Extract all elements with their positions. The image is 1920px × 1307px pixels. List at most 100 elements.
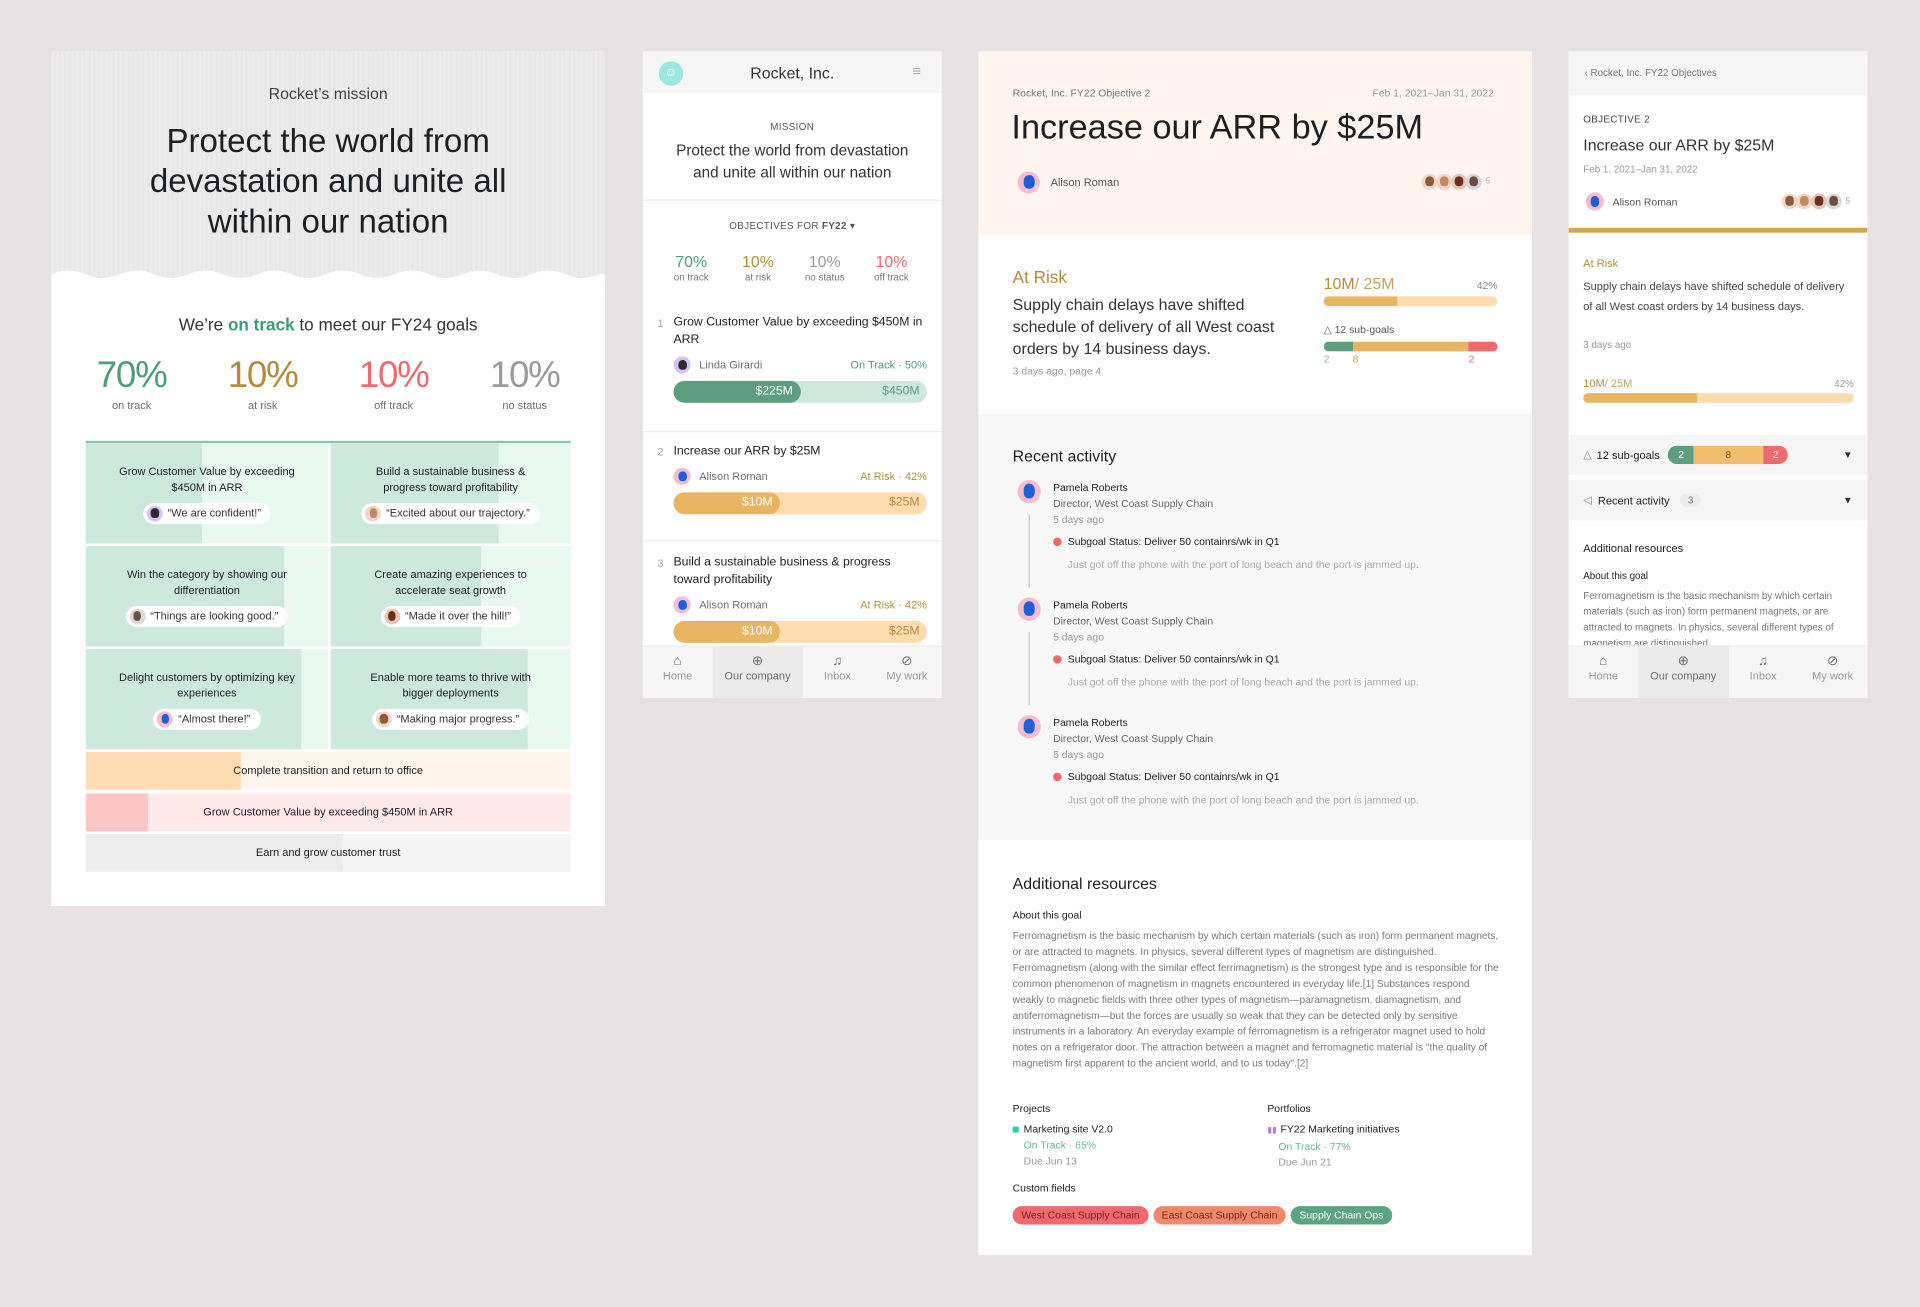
goal-bar[interactable]: Earn and grow customer trust (85, 833, 571, 872)
objective-number: 1 (657, 317, 664, 330)
quote-text: “Made it over the hill!” (404, 609, 511, 622)
bottom-nav: ⌂ Home ⊕ Our company ♫ Inbox ⊘ My work (642, 645, 942, 698)
goal-tile[interactable]: Build a sustainable business & progress … (330, 443, 571, 544)
objective-number: 2 (657, 445, 664, 458)
nav-my-work[interactable]: ⊘ My work (1798, 647, 1867, 698)
menu-icon[interactable]: ≡ (912, 62, 921, 79)
subgoal-status[interactable]: Subgoal Status: Deliver 50 containrs/wk … (1053, 534, 1507, 550)
divider (642, 199, 942, 201)
activity-author[interactable]: Pamela Roberts (1053, 715, 1507, 731)
progress-target: $25M (888, 495, 920, 510)
nav-my-work[interactable]: ⊘ My work (872, 647, 941, 698)
stat-value: 70% (675, 252, 708, 271)
objective-item[interactable]: 2 Increase our ARR by $25M Alison Roman At … (657, 443, 927, 515)
nav-our-company[interactable]: ⊕ Our company (1638, 646, 1729, 698)
nav-label: Home (662, 669, 693, 683)
goal-tile[interactable]: Grow Customer Value by exceeding $450M i… (85, 443, 329, 544)
activity-time: 5 days ago (1053, 630, 1105, 643)
subgoals-label[interactable]: 12 sub-goals (1335, 323, 1395, 335)
goal-quote: “Things are looking good.” (125, 606, 289, 627)
nav-inbox[interactable]: ♫ Inbox (803, 647, 872, 698)
stat: 10% at risk (724, 252, 791, 283)
bell-icon: ♫ (1758, 653, 1769, 669)
custom-fields-label: Custom fields (1012, 1181, 1076, 1194)
collaborator-avatar (1421, 173, 1438, 190)
nav-our-company[interactable]: ⊕ Our company (712, 646, 803, 698)
mission-statement: Protect the world from devastation and u… (643, 140, 942, 184)
bell-icon: ♫ (832, 653, 843, 669)
recent-activity-row[interactable]: ◁ Recent activity 3 ▼ (1568, 480, 1868, 521)
activity-comment: Just got off the phone with the port of … (1067, 558, 1419, 571)
collaborators[interactable]: 5 (1781, 193, 1851, 210)
breadcrumb[interactable]: Rocket, Inc. FY22 Objective 2 (1013, 87, 1151, 99)
activity-author[interactable]: Pamela Roberts (1053, 480, 1507, 496)
subgoal-segment-off-track (1468, 341, 1498, 352)
owner-avatar (673, 356, 691, 374)
nav-home[interactable]: ⌂ Home (643, 647, 712, 698)
owner[interactable]: Alison Roman (1017, 171, 1119, 194)
caret-down-icon: ▾ (849, 220, 856, 232)
avatar (375, 711, 392, 728)
subgoal-segment-at-risk (1352, 341, 1469, 352)
owner-name: Alison Roman (699, 470, 768, 483)
progress-target: $450M (882, 384, 920, 398)
owner[interactable]: Alison Roman (1585, 192, 1678, 211)
portfolio-link[interactable]: ▮▮ FY22 Marketing initiatives (1267, 1122, 1512, 1139)
bottom-nav: ⌂ Home ⊕ Our company ♫ Inbox ⊘ My work (1568, 645, 1868, 698)
goal-tile[interactable]: Enable more teams to thrive with bigger … (330, 648, 571, 750)
custom-fields: West Coast Supply Chain East Coast Supply… (1012, 1202, 1397, 1225)
headline: We’re on track to meet our FY24 goals (51, 315, 604, 335)
portfolio-name: FY22 Marketing initiatives (1280, 1122, 1400, 1136)
custom-field-tag[interactable]: East Coast Supply Chain (1153, 1206, 1286, 1225)
subgoal-status[interactable]: Subgoal Status: Deliver 50 containrs/wk … (1053, 651, 1507, 667)
quote-text: “Making major progress.” (396, 712, 520, 725)
subgoal-title: Subgoal Status: Deliver 50 containrs/wk … (1067, 652, 1280, 665)
nav-home[interactable]: ⌂ Home (1569, 647, 1638, 698)
progress-percent: 42% (1834, 378, 1854, 390)
nav-inbox[interactable]: ♫ Inbox (1728, 647, 1797, 698)
period-selector[interactable]: OBJECTIVES FOR FY22 ▾ (643, 220, 942, 231)
off-track-dot-icon (1053, 655, 1062, 664)
off-track-dot-icon (1053, 772, 1062, 782)
nav-label: My work (886, 669, 928, 683)
subgoal-status[interactable]: Subgoal Status: Deliver 50 containrs/wk … (1053, 769, 1507, 785)
chevron-left-icon: ‹ (1584, 67, 1588, 79)
objective-title: Grow Customer Value by exceeding $450M i… (673, 315, 923, 347)
collaborator-avatar (1465, 173, 1482, 190)
status-label: At Risk (1583, 257, 1619, 270)
activity-comment: Just got off the phone with the port of … (1067, 675, 1419, 689)
collaborators[interactable]: 5 (1421, 173, 1490, 190)
goal-tile[interactable]: Win the category by showing our differen… (85, 546, 329, 647)
progress-current: 10M (1583, 377, 1605, 390)
custom-field-tag[interactable]: West Coast Supply Chain (1012, 1206, 1149, 1225)
back-link[interactable]: ‹ Rocket, Inc. FY22 Objectives (1585, 67, 1717, 78)
goal-title: Build a sustainable business & progress … (375, 465, 526, 494)
goal-tile[interactable]: Delight customers by optimizing key expe… (85, 648, 329, 750)
objective-item[interactable]: 1 Grow Customer Value by exceeding $450M … (658, 315, 927, 403)
quote-text: “We are confident!” (167, 506, 262, 520)
objective-status: At Risk · 42% (860, 470, 927, 483)
owner-avatar (1017, 171, 1040, 194)
subgoal-count: 2 (1762, 445, 1789, 465)
objective-title: Increase our ARR by $25M (673, 444, 821, 458)
project-name: Marketing site V2.0 (1023, 1122, 1113, 1136)
goal-tile[interactable]: Create amazing experiences to accelerate… (330, 546, 571, 647)
subgoals-label: 12 sub-goals (1596, 448, 1660, 462)
goal-bar[interactable]: Grow Customer Value by exceeding $450M i… (85, 792, 571, 831)
custom-field-tag[interactable]: Supply Chain Ops (1290, 1206, 1392, 1225)
owner-name: Alison Roman (1612, 195, 1678, 208)
activity-role: Director, West Coast Supply Chain (1053, 732, 1214, 745)
stat: 10% off track (328, 355, 459, 411)
collaborator-count: 5 (1845, 197, 1851, 206)
divider (642, 431, 942, 433)
avatar (146, 505, 163, 522)
goal-bar[interactable]: Complete transition and return to office (85, 751, 571, 790)
project-link[interactable]: Marketing site V2.0 (1012, 1122, 1258, 1138)
activity-author[interactable]: Pamela Roberts (1053, 598, 1507, 614)
subgoals-row[interactable]: △ 12 sub-goals 282 ▼ (1568, 434, 1868, 476)
avatar (365, 505, 382, 522)
objective-item[interactable]: 3 Build a sustainable business & progress… (658, 555, 927, 643)
subgoal-count: 2 (1323, 352, 1330, 365)
goal-quote: “Almost there!” (153, 708, 261, 730)
activity-time: 5 days ago (1053, 513, 1105, 526)
